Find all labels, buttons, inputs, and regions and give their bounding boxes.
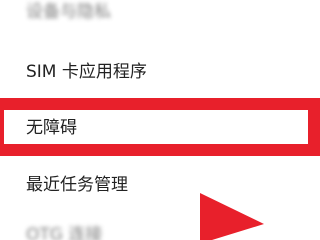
list-item-accessibility[interactable]: 无障碍 [0, 117, 320, 139]
list-item-sim-apps[interactable]: SIM 卡应用程序 [0, 61, 320, 83]
settings-list: 设备与隐私 SIM 卡应用程序 无障碍 最近任务管理 OTG 连接 [0, 0, 320, 240]
settings-screen: 设备与隐私 SIM 卡应用程序 无障碍 最近任务管理 OTG 连接 [0, 0, 320, 240]
list-item-otg[interactable]: OTG 连接 [0, 224, 320, 240]
list-item-recent-tasks[interactable]: 最近任务管理 [0, 174, 320, 196]
list-item-device-privacy[interactable]: 设备与隐私 [0, 1, 320, 23]
